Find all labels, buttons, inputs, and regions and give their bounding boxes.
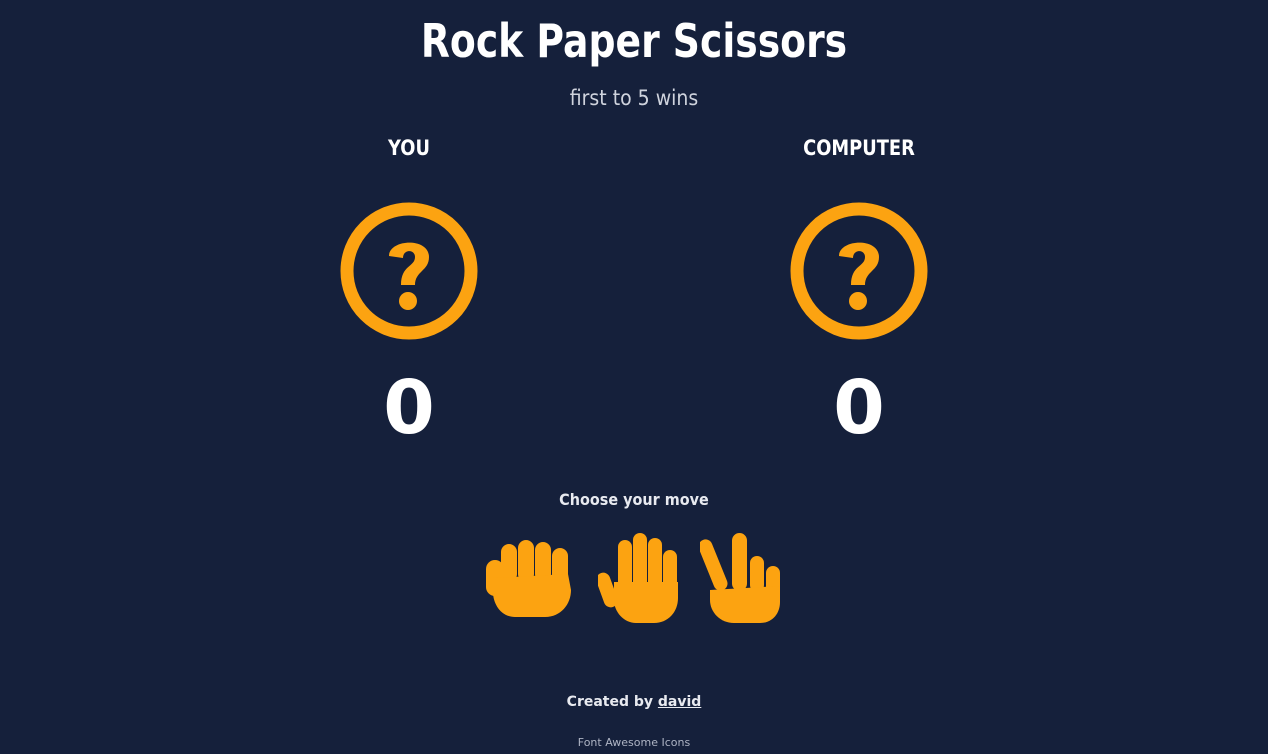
created-by-text: Created by (566, 694, 654, 710)
hand-rock-icon (486, 540, 571, 617)
question-circle-icon (340, 202, 478, 340)
player-panel: YOU 0 (289, 136, 529, 445)
page-subtitle: first to 5 wins (569, 86, 699, 110)
game-page: Rock Paper Scissors first to 5 wins YOU … (0, 0, 1268, 754)
paper-button[interactable] (598, 532, 680, 624)
choose-move-label: Choose your move (559, 490, 709, 509)
scissors-button[interactable] (700, 532, 784, 624)
author-link[interactable]: david (658, 694, 701, 710)
player-score: 0 (383, 365, 435, 451)
computer-label: COMPUTER (803, 136, 915, 160)
computer-score: 0 (833, 365, 885, 451)
icon-credits: Font Awesome Icons (577, 736, 691, 749)
computer-panel: COMPUTER 0 (739, 136, 979, 445)
move-buttons (0, 532, 1268, 624)
question-circle-icon (790, 202, 928, 340)
footer: Created by david (0, 694, 1268, 710)
hand-paper-icon (598, 533, 678, 623)
page-title: Rock Paper Scissors (420, 14, 848, 68)
hand-scissors-icon (700, 533, 780, 623)
rock-button[interactable] (485, 538, 577, 618)
player-label: YOU (388, 136, 430, 160)
